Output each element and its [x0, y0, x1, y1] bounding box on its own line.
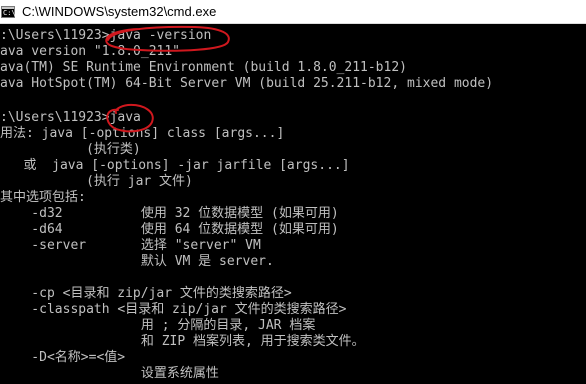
console-line: 用法: java [-options] class [args...] [0, 126, 285, 141]
console-line: ava version "1.8.0_211" [0, 44, 181, 59]
console-line: -d32 使用 32 位数据模型 (如果可用) [0, 206, 339, 221]
console-line: 用 ; 分隔的目录, JAR 档案 [0, 318, 316, 333]
console-line: -d64 使用 64 位数据模型 (如果可用) [0, 222, 339, 237]
window-title: C:\WINDOWS\system32\cmd.exe [22, 4, 217, 19]
console-line: 默认 VM 是 server. [0, 254, 274, 269]
console-line: 其中选项包括: [0, 190, 86, 205]
console-line: 设置系统属性 [0, 366, 219, 381]
console-line: ava HotSpot(TM) 64-Bit Server VM (build … [0, 76, 494, 91]
console-line: -cp <目录和 zip/jar 文件的类搜索路径> [0, 286, 292, 301]
console-line: -server 选择 "server" VM [0, 238, 261, 253]
console-line: :\Users\11923>java -version [0, 28, 212, 43]
console-output[interactable]: :\Users\11923>java -version ava version … [0, 24, 586, 384]
console-line: -D<名称>=<值> [0, 350, 126, 365]
console-line: ava(TM) SE Runtime Environment (build 1.… [0, 60, 407, 75]
console-line: 或 java [-options] -jar jarfile [args...] [0, 158, 350, 173]
console-line: -classpath <目录和 zip/jar 文件的类搜索路径> [0, 302, 347, 317]
console-line: (执行类) [0, 142, 141, 157]
title-bar: C:\ C:\WINDOWS\system32\cmd.exe [0, 0, 586, 24]
cmd-icon: C:\ [1, 5, 16, 18]
console-line: (执行 jar 文件) [0, 174, 193, 189]
console-line: :\Users\11923>java [0, 110, 141, 125]
console-line: 和 ZIP 档案列表, 用于搜索类文件。 [0, 334, 365, 349]
